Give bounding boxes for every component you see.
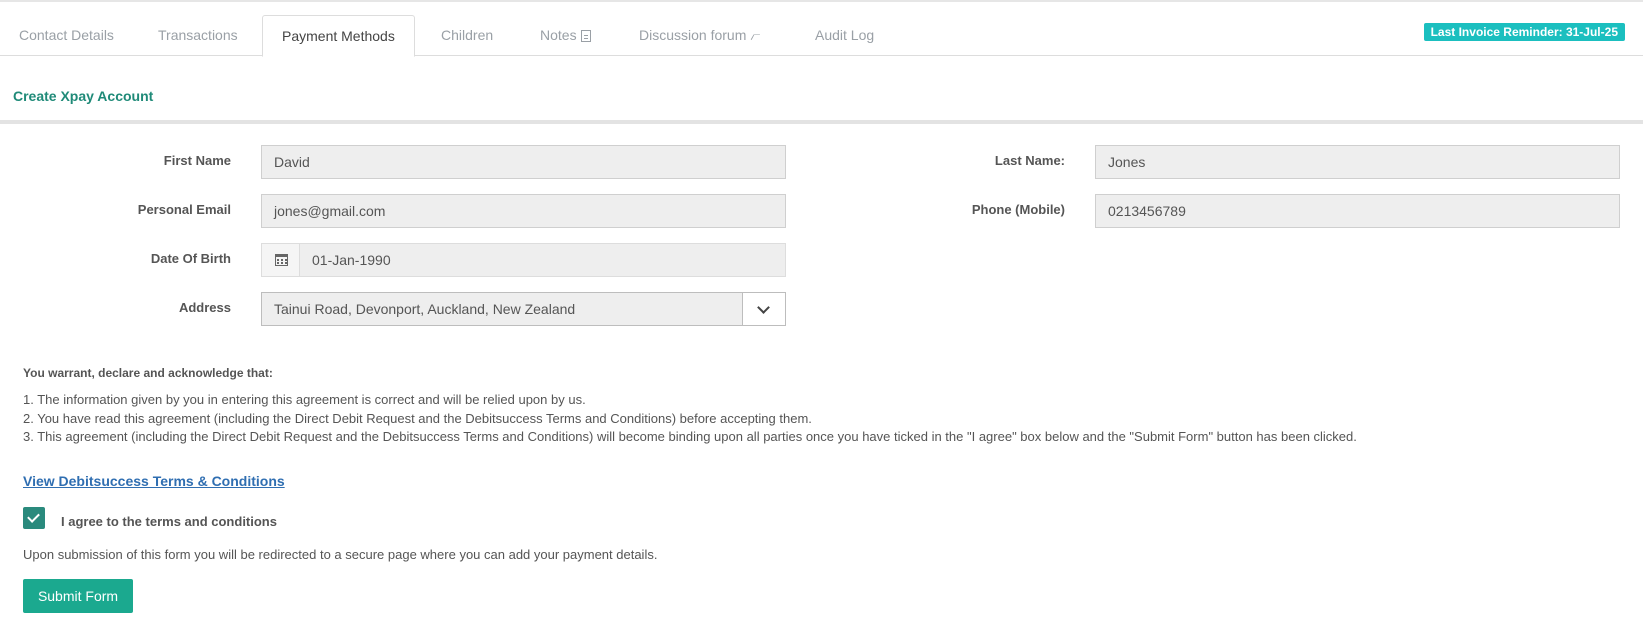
tab-discussion-forum[interactable]: Discussion forum ⦧ [620,15,779,56]
agreement-intro: You warrant, declare and acknowledge tha… [23,366,273,380]
tab-label: Notes [540,27,577,43]
dob-field[interactable]: 01-Jan-1990 [261,243,786,277]
note-icon [580,30,591,43]
dob-value: 01-Jan-1990 [312,252,391,268]
dob-label: Date Of Birth [150,251,231,266]
email-label: Personal Email [137,202,231,217]
terms-link[interactable]: View Debitsuccess Terms & Conditions [23,473,285,489]
tab-label: Payment Methods [282,28,395,44]
chevron-down-icon [757,301,770,314]
section-title: Create Xpay Account [13,88,154,104]
email-field[interactable]: jones@gmail.com [261,194,786,228]
agree-checkbox[interactable] [23,507,45,529]
last-name-label: Last Name: [994,153,1065,168]
agreement-clause: 1. The information given by you in enter… [23,392,586,407]
first-name-label: First Name [163,153,231,168]
top-border [0,0,1643,2]
submit-button[interactable]: Submit Form [23,579,133,613]
tab-label: Transactions [158,27,238,43]
tab-label: Children [441,27,494,43]
address-field[interactable]: Tainui Road, Devonport, Auckland, New Ze… [261,292,786,326]
last-name-field[interactable]: Jones [1095,145,1620,179]
tab-transactions[interactable]: Transactions [139,15,257,56]
tab-label: Contact Details [19,27,114,43]
tab-audit-log[interactable]: Audit Log [796,15,893,56]
section-divider [0,120,1643,124]
tab-children[interactable]: Children [422,15,512,56]
agreement-clause: 3. This agreement (including the Direct … [23,429,1357,444]
address-label: Address [178,300,231,315]
signal-icon: ⦧ [750,29,761,44]
tab-contact-details[interactable]: Contact Details [0,15,133,56]
calendar-icon [275,254,288,266]
tab-label: Audit Log [815,27,875,43]
agreement-clauses: 1. The information given by you in enter… [23,391,1357,447]
tab-bar: Contact Details Transactions Payment Met… [0,15,1643,57]
invoice-reminder-badge: Last Invoice Reminder: 31-Jul-25 [1423,23,1625,41]
tab-payment-methods[interactable]: Payment Methods [262,15,415,57]
calendar-button[interactable] [262,244,300,276]
agreement-clause: 2. You have read this agreement (includi… [23,410,812,426]
agree-label: I agree to the terms and conditions [61,514,277,529]
tab-notes[interactable]: Notes [521,15,610,56]
tab-label: Discussion forum [639,27,747,43]
phone-field[interactable]: 0213456789 [1095,194,1620,228]
first-name-field[interactable]: David [261,145,786,179]
phone-label: Phone (Mobile) [971,202,1065,217]
address-value: Tainui Road, Devonport, Auckland, New Ze… [274,301,576,317]
address-dropdown-button[interactable] [742,293,785,325]
redirect-note: Upon submission of this form you will be… [23,547,658,562]
